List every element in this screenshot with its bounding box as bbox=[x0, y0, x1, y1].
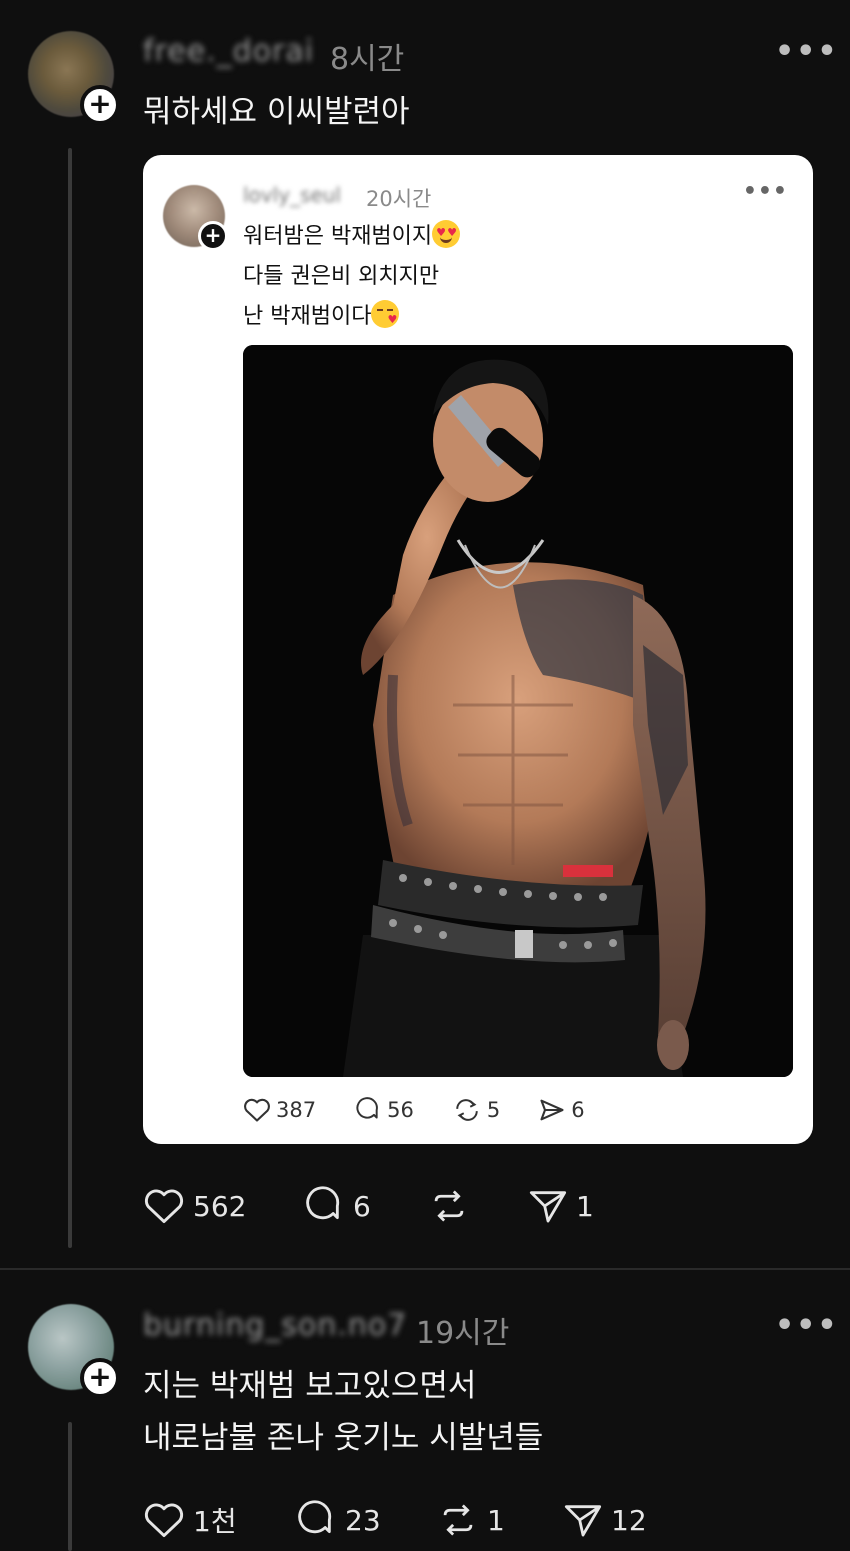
post-time: 8시간 bbox=[330, 42, 405, 77]
repost-icon bbox=[434, 1190, 464, 1222]
quoted-username[interactable]: lovly_seul bbox=[243, 183, 341, 207]
thread-line bbox=[68, 148, 72, 1248]
post-actions: 1천 23 1 12 bbox=[143, 1500, 647, 1540]
quoted-like-button[interactable]: 387 bbox=[243, 1097, 316, 1123]
send-icon bbox=[540, 1099, 564, 1121]
repost-icon bbox=[456, 1099, 478, 1121]
repost-count: 1 bbox=[487, 1503, 505, 1537]
quoted-line-1: 워터밤은 박재범이지 bbox=[243, 224, 433, 249]
quoted-repost-count: 5 bbox=[486, 1098, 501, 1122]
username[interactable]: burning_son.no7 bbox=[143, 1308, 407, 1343]
like-button[interactable]: 562 bbox=[143, 1187, 303, 1225]
thread-line bbox=[68, 1422, 72, 1551]
quoted-share-count: 6 bbox=[571, 1098, 585, 1122]
post-text: 뭐하세요 이씨발련아 bbox=[143, 94, 410, 130]
comment-icon bbox=[298, 1500, 332, 1534]
comment-icon bbox=[306, 1186, 340, 1220]
reply-count: 6 bbox=[353, 1189, 371, 1223]
repost-icon bbox=[443, 1504, 473, 1536]
quoted-like-count: 387 bbox=[276, 1098, 317, 1122]
post-actions: 562 6 1 bbox=[143, 1186, 594, 1226]
reply-count: 23 bbox=[345, 1503, 381, 1537]
send-icon bbox=[564, 1505, 602, 1537]
share-button[interactable]: 12 bbox=[563, 1501, 647, 1539]
username[interactable]: free._dorai bbox=[143, 34, 314, 69]
follow-plus-icon[interactable]: + bbox=[198, 221, 228, 251]
post-line-2: 내로남불 존나 웃기노 시발년들 bbox=[143, 1420, 544, 1456]
heart-icon bbox=[144, 1189, 184, 1224]
heart-icon bbox=[144, 1503, 184, 1538]
heart-icon bbox=[244, 1098, 270, 1122]
share-button[interactable]: 1 bbox=[528, 1187, 594, 1225]
post-text: 지는 박재범 보고있으면서 내로남불 존나 웃기노 시발년들 bbox=[143, 1360, 543, 1464]
quoted-reply-button[interactable]: 56 bbox=[354, 1097, 414, 1123]
quoted-actions: 387 56 5 6 bbox=[243, 1095, 623, 1125]
share-count: 12 bbox=[611, 1503, 647, 1537]
repost-button[interactable]: 1 bbox=[437, 1500, 563, 1540]
send-icon bbox=[529, 1191, 567, 1223]
repost-button[interactable] bbox=[428, 1186, 528, 1226]
follow-plus-icon[interactable]: + bbox=[80, 85, 120, 125]
comment-icon bbox=[356, 1097, 378, 1119]
heart-eyes-emoji-icon: ♥ ♥ bbox=[432, 220, 461, 248]
share-count: 1 bbox=[576, 1189, 594, 1223]
performer-photo-illustration bbox=[243, 345, 793, 1077]
quoted-text: 워터밤은 박재범이지 ♥ ♥ 다들 권은비 외치지만 난 박재범이다 ♥ bbox=[243, 217, 461, 337]
like-count: 1천 bbox=[193, 1505, 237, 1538]
more-icon[interactable]: ••• bbox=[775, 34, 839, 69]
like-count: 562 bbox=[193, 1189, 247, 1223]
quoted-line-3: 난 박재범이다 bbox=[243, 304, 372, 329]
quoted-post-card[interactable]: + lovly_seul 20시간 ••• 워터밤은 박재범이지 ♥ ♥ 다들 권은… bbox=[143, 155, 813, 1144]
quoted-share-button[interactable]: 6 bbox=[538, 1097, 585, 1123]
quoted-reply-count: 56 bbox=[387, 1098, 414, 1122]
post-line-1: 지는 박재범 보고있으면서 bbox=[143, 1368, 477, 1404]
like-button[interactable]: 1천 bbox=[143, 1500, 295, 1540]
post-time: 19시간 bbox=[416, 1316, 510, 1351]
quoted-time: 20시간 bbox=[366, 187, 432, 211]
reply-button[interactable]: 6 bbox=[303, 1186, 428, 1226]
quoted-photo[interactable] bbox=[243, 345, 793, 1077]
more-icon[interactable]: ••• bbox=[743, 179, 788, 204]
quoted-repost-button[interactable]: 5 bbox=[452, 1097, 500, 1123]
kissing-heart-emoji-icon: ♥ bbox=[371, 300, 400, 328]
more-icon[interactable]: ••• bbox=[775, 1308, 839, 1343]
post-divider bbox=[0, 1268, 850, 1270]
quoted-line-2: 다들 권은비 외치지만 bbox=[243, 264, 440, 289]
reply-button[interactable]: 23 bbox=[295, 1500, 437, 1540]
follow-plus-icon[interactable]: + bbox=[80, 1358, 120, 1398]
